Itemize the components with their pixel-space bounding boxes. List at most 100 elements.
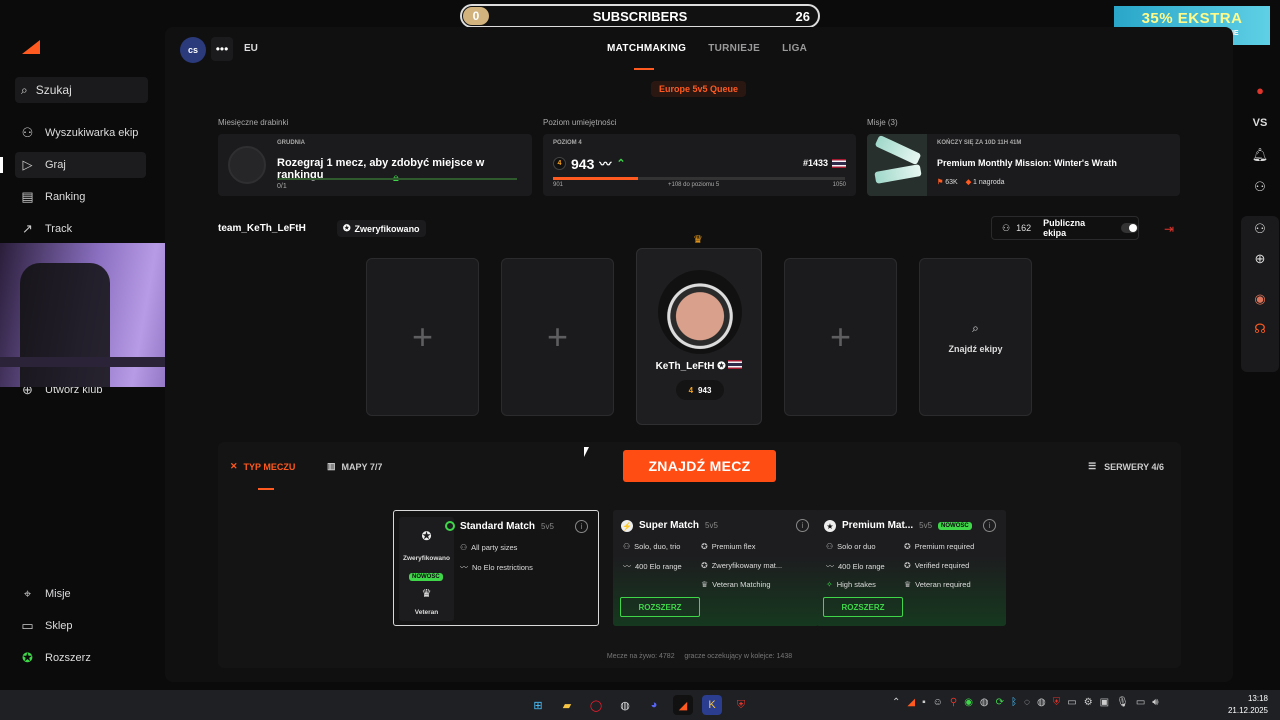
tab-matchmaking[interactable]: MATCHMAKING [607,43,686,54]
player-elo-value: 943 [698,385,712,395]
search-input[interactable]: ⌕ Szukaj [15,77,148,103]
webcam-chair [20,263,110,387]
mode-title: Premium Mat... 5v5 NOWOŚĆ [842,520,972,531]
mode-feature: 〰 No Elo restrictions [460,562,533,573]
headset-icon[interactable]: ☊ [1250,319,1270,339]
region-label[interactable]: EU [244,43,258,54]
toggle-switch[interactable] [1120,223,1138,233]
promo-title: 35% EKSTRA [1141,10,1243,27]
tray-app-icon[interactable]: ☺ [933,697,943,708]
info-icon[interactable]: i [983,519,996,532]
sidebar-item-team-finder[interactable]: ⚇ Wyszukiwarka ekip [15,120,146,146]
find-team-slot[interactable]: ⌕ Znajdź ekipy [919,258,1032,416]
tab-maps[interactable]: ▥ MAPY 7/7 [327,461,382,472]
ladder-card[interactable]: GRUDNIA Rozegraj 1 mecz, aby zdobyć miej… [218,134,532,196]
mouse-cursor-icon [584,447,589,457]
play-icon: ▷ [22,157,33,172]
queue-players: gracze oczekujący w kolejce: 1438 [684,653,793,660]
members-count: 162 [1016,223,1032,233]
leave-icon[interactable]: ⇥ [1164,222,1174,236]
feature-text: Veteran required [915,580,971,589]
selected-check-icon [445,521,455,531]
bell-icon[interactable]: 🔔︎ [1250,145,1270,165]
tray-app-icon[interactable]: ◉ [964,697,973,708]
tray-app-icon[interactable]: ▭ [1067,697,1076,708]
tray-app-icon[interactable]: ▣ [1100,697,1109,708]
sidebar-item-track[interactable]: ↗ Track [15,216,146,242]
display-icon[interactable]: ▭ [1136,697,1145,708]
tray-app-icon[interactable]: ◍ [1037,697,1046,708]
find-match-button[interactable]: ZNAJDŹ MECZ [623,450,776,482]
avatar[interactable]: ◉ [1250,289,1270,309]
map-icon: ▥ [327,461,336,471]
invite-slot[interactable]: + [366,258,479,416]
skill-level-label: POZIOM 4 [553,140,582,146]
elo-to-next: +108 do poziomu 5 [668,182,720,188]
mode-super[interactable]: ⚡ Super Match 5v5 i ⚇ Solo, duo, trio 〰 40… [613,510,819,626]
right-rail: ● VS 🔔︎ ⚇ ⚇ ⊕ ◉ ☊ [1240,30,1280,690]
discord-icon[interactable]: ◕ [644,695,664,715]
mode-feature: ♛ Veteran required [904,580,971,589]
faceit-icon[interactable]: ◢ [673,695,693,715]
faceit-tray-icon[interactable]: ◢ [907,697,915,708]
friends-icon[interactable]: ⚇ [1250,177,1270,197]
subs-label: SUBSCRIBERS [592,9,688,24]
elo-max: 1050 [832,182,846,188]
more-icon[interactable]: ••• [211,37,233,61]
volume-icon[interactable]: 🔊︎ [1152,697,1158,708]
sidebar-item-upgrade[interactable]: ✪ Rozszerz [15,645,146,671]
public-team-toggle[interactable]: ⚇ 162 Publiczna ekipa [991,216,1139,240]
verified-badge: ✪ Zweryfikowano [337,220,426,237]
windows-start-icon[interactable]: ⊞ [528,695,548,715]
game-badge[interactable]: cs [180,37,206,63]
verified-icon: ✪ [343,223,351,233]
player-level: 4 [688,385,694,395]
folder-icon[interactable]: ▰ [557,695,577,715]
verified-icon: ✪ [421,529,432,543]
player-card[interactable]: KeTh_LeFtH ✪ 4 943 [636,248,762,425]
app-icon[interactable]: K [702,695,722,715]
upgrade-button[interactable]: ROZSZERZ [823,597,903,617]
tab-tournaments[interactable]: TURNIEJE [708,43,760,54]
servers-button[interactable]: ☰ SERWERY 4/6 [1088,461,1164,472]
tray-app-icon[interactable]: ▪ [922,697,926,708]
tray-app-icon[interactable]: ◍ [980,697,989,708]
faceit-logo-icon[interactable] [22,40,40,54]
obs-icon[interactable]: ◍ [615,695,635,715]
upgrade-button[interactable]: ROZSZERZ [620,597,700,617]
sidebar-item-missions[interactable]: ⌖ Misje [15,581,146,607]
info-icon[interactable]: i [796,519,809,532]
sidebar-item-play[interactable]: ▷ Graj [15,152,146,178]
verified-icon: ✪ [701,561,708,570]
tray-app-icon[interactable]: ◌ [1024,697,1030,708]
clock-date: 21.12.2025 [1227,706,1268,715]
avatar[interactable] [658,270,742,354]
microphone-icon[interactable]: 🎙︎ [1116,697,1129,708]
feature-text: No Elo restrictions [472,563,533,572]
mission-card[interactable]: KOŃCZY SIĘ ZA 10D 11H 41M Premium Monthl… [867,134,1180,196]
bluetooth-icon[interactable]: ᛒ [1011,697,1017,708]
steam-icon[interactable]: ⚙ [1084,697,1093,708]
clock[interactable]: 13:18 21.12.2025 [1228,693,1268,717]
opera-icon[interactable]: ◯ [586,695,606,715]
sidebar-item-ranking[interactable]: ▤ Ranking [15,184,146,210]
mode-standard[interactable]: ✪ Zweryfikowano NOWOŚĆ ♛ Veteran Standar… [393,510,599,626]
invite-slot[interactable]: + [501,258,614,416]
mode-premium[interactable]: ★ Premium Mat... 5v5 NOWOŚĆ i ⚇ Solo or d… [816,510,1006,626]
twitch-icon[interactable]: ● [1250,80,1270,100]
skill-card[interactable]: POZIOM 4 4 943 〰 ⌃ #1433 901 +108 do poz… [543,134,856,196]
add-circle-icon[interactable]: ⊕ [1250,249,1270,269]
chevron-up-icon[interactable]: ⌃ [892,697,900,708]
gem-icon: ◆ [965,179,972,186]
tab-match-type[interactable]: ✕ TYP MECZU [230,461,295,472]
tray-app-icon[interactable]: ⚲ [950,697,957,708]
invite-slot[interactable]: + [784,258,897,416]
party-icon[interactable]: ⚇ [1250,219,1270,239]
sidebar-item-shop[interactable]: ▭ Sklep [15,613,146,639]
tray-app-icon[interactable]: ⛨ [1053,697,1061,708]
shield-icon[interactable]: ⛨ [731,695,751,715]
info-icon[interactable]: i [575,520,588,533]
refresh-icon[interactable]: ⟳ [996,697,1004,708]
versus-icon[interactable]: VS [1250,113,1270,133]
tab-league[interactable]: LIGA [782,43,807,54]
